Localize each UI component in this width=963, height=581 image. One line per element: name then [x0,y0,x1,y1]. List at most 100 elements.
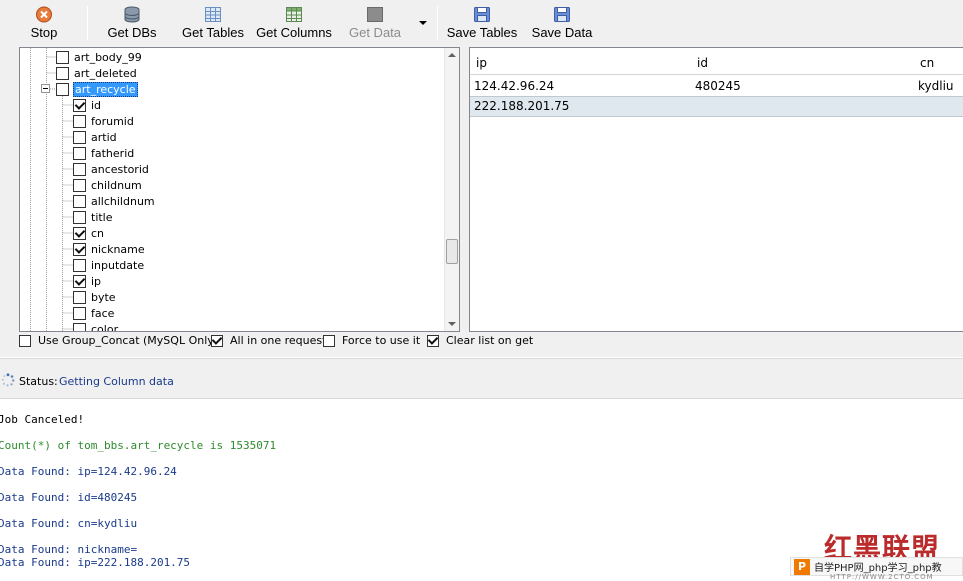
tree-node-column[interactable]: inputdate [73,257,145,273]
watermark-logo-icon: P [794,558,810,575]
watermark-url: HTTP://WWW.2CTO.COM [830,573,934,581]
cell-ip: 222.188.201.75 [474,99,570,113]
tree-node-table-selected[interactable]: art_recycle [56,81,138,97]
save-data-label: Save Data [531,25,593,40]
node-checkbox[interactable] [73,146,86,160]
toolbar-separator [87,6,88,40]
node-checkbox[interactable] [73,210,86,224]
node-checkbox[interactable] [73,130,86,144]
option-label: Force to use it [342,334,421,347]
option-checkbox[interactable] [427,334,439,347]
tree-node-label: ip [91,274,102,288]
group-concat-option[interactable]: Use Group_Concat (MySQL Only) [19,334,218,347]
tree-node-column[interactable]: childnum [73,177,143,193]
get-dbs-button[interactable]: Get DBs [106,0,158,45]
tree-node-label: childnum [91,178,142,192]
get-tables-button[interactable]: Get Tables [180,0,246,45]
node-checkbox[interactable] [73,178,86,192]
table-row[interactable]: 222.188.201.75 [470,96,963,117]
option-checkbox[interactable] [19,334,31,347]
force-use-option[interactable]: Force to use it [323,334,420,347]
node-checkbox[interactable] [73,322,86,331]
watermark-caption: 自学PHP网_php学习_php教 [814,563,942,574]
stop-label: Stop [30,25,58,40]
tree-node-column[interactable]: face [73,305,115,321]
table-row[interactable]: 124.42.96.24 480245 kydliu [470,76,963,97]
column-header-id[interactable]: id [697,56,708,70]
node-checkbox[interactable] [73,242,86,256]
cell-cn: kydliu [918,79,954,93]
toolbar: Stop Get DBs Get Tables Get Columns Get … [0,0,963,45]
node-checkbox[interactable] [73,306,86,320]
all-in-one-option[interactable]: All in one request. [211,334,330,347]
node-checkbox[interactable] [73,258,86,272]
log-output[interactable]: Job Canceled! Count(*) of tom_bbs.art_re… [0,400,963,581]
stop-icon [36,6,52,23]
node-checkbox[interactable] [73,114,86,128]
tree-node-column[interactable]: forumid [73,113,135,129]
stop-button[interactable]: Stop [24,0,64,45]
node-checkbox[interactable] [73,98,86,112]
tree-node-column[interactable]: cn [73,225,105,241]
log-line: Data Found: id=480245 [0,491,138,504]
get-data-button[interactable]: Get Data [348,0,402,45]
database-icon [124,6,140,23]
node-checkbox[interactable] [56,50,69,64]
results-grid[interactable]: ip id cn 124.42.96.24 480245 kydliu 222.… [469,47,963,332]
tree-node-table[interactable]: art_deleted [56,65,138,81]
column-header-ip[interactable]: ip [476,56,487,70]
tree-node-label: id [91,98,102,112]
tree-node-label: inputdate [91,258,145,272]
save-tables-button[interactable]: Save Tables [446,0,518,45]
tree-node-column[interactable]: fatherid [73,145,135,161]
status-label: Status: [19,375,58,388]
option-checkbox[interactable] [211,334,223,347]
log-line: Data Found: nickname= [0,543,138,556]
data-icon [367,7,383,22]
form-area: art_body_99 art_deleted art_recycle id f… [0,45,963,357]
scroll-thumb[interactable] [446,239,458,264]
tree-node-column[interactable]: title [73,209,114,225]
collapse-toggle-icon[interactable] [41,84,50,93]
log-line: Count(*) of tom_bbs.art_recycle is 15350… [0,439,277,452]
save-data-button[interactable]: Save Data [532,0,592,45]
get-columns-label: Get Columns [256,25,332,40]
database-tree[interactable]: art_body_99 art_deleted art_recycle id f… [19,47,460,332]
tree-node-label: art_body_99 [74,50,142,64]
tree-node-column[interactable]: byte [73,289,117,305]
node-checkbox[interactable] [73,274,86,288]
tree-node-column[interactable]: nickname [73,241,146,257]
scroll-down-icon[interactable] [448,322,456,326]
option-label: Clear list on get [446,334,534,347]
cell-ip: 124.42.96.24 [474,79,555,93]
toolbar-separator [437,6,438,40]
tree-node-column[interactable]: ip [73,273,102,289]
tree-scrollbar[interactable] [444,48,459,331]
tree-node-column[interactable]: ancestorid [73,161,150,177]
option-checkbox[interactable] [323,334,335,347]
save-icon [474,7,490,22]
dropdown-arrow-icon[interactable] [416,18,430,28]
tree-node-label: face [91,306,115,320]
clear-list-option[interactable]: Clear list on get [427,334,533,347]
scroll-up-icon[interactable] [448,53,456,57]
tree-node-column[interactable]: color [73,321,119,331]
get-data-label: Get Data [348,25,402,40]
tree-node-column[interactable]: artid [73,129,118,145]
get-dbs-label: Get DBs [107,25,157,40]
log-line: Data Found: ip=124.42.96.24 [0,465,177,478]
tree-node-column[interactable]: allchildnum [73,193,156,209]
column-header-cn[interactable]: cn [920,56,934,70]
node-checkbox[interactable] [73,290,86,304]
node-checkbox[interactable] [73,226,86,240]
node-checkbox[interactable] [56,66,69,80]
node-checkbox[interactable] [73,194,86,208]
log-line: Data Found: cn=kydliu [0,517,138,530]
node-checkbox[interactable] [56,82,69,96]
tree-node-column[interactable]: id [73,97,102,113]
tree-node-table[interactable]: art_body_99 [56,49,143,65]
grid-header: ip id cn [470,48,963,75]
node-checkbox[interactable] [73,162,86,176]
get-columns-button[interactable]: Get Columns [256,0,332,45]
tree-node-label: cn [91,226,105,240]
